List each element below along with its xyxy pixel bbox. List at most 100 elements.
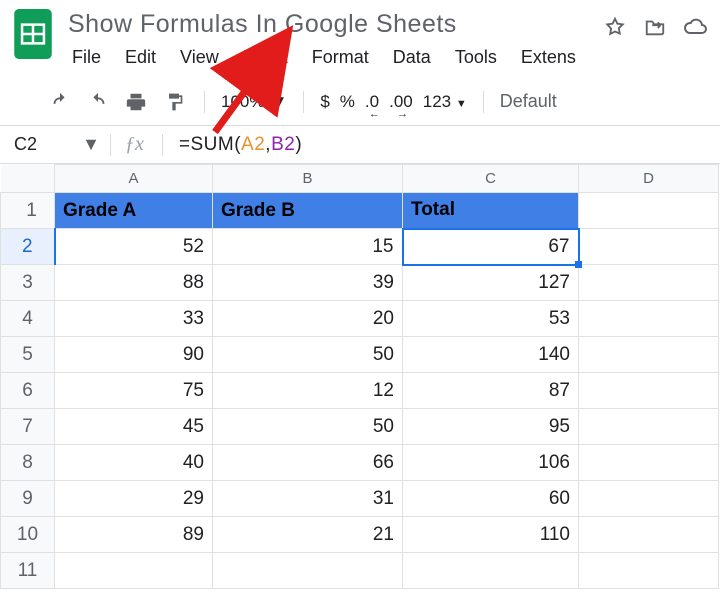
cell-A2[interactable]: 52 bbox=[55, 229, 213, 265]
cell-A7[interactable]: 45 bbox=[55, 409, 213, 445]
cell-C5[interactable]: 140 bbox=[403, 337, 579, 373]
formula-input[interactable]: =SUM(A2,B2) bbox=[163, 133, 302, 156]
cloud-icon[interactable] bbox=[682, 14, 708, 40]
menu-view[interactable]: View bbox=[170, 43, 229, 72]
cell-D3[interactable] bbox=[579, 265, 719, 301]
cell-B1[interactable]: Grade B bbox=[213, 193, 403, 229]
cell-D2[interactable] bbox=[579, 229, 719, 265]
print-button[interactable] bbox=[122, 88, 150, 116]
zoom-select[interactable]: 100%▼ bbox=[221, 92, 287, 112]
increase-decimal-button[interactable]: .00→ bbox=[389, 92, 413, 112]
cell-B11[interactable] bbox=[213, 553, 403, 589]
cell-C6[interactable]: 87 bbox=[403, 373, 579, 409]
select-all-corner[interactable] bbox=[1, 165, 55, 193]
col-header-A[interactable]: A bbox=[55, 165, 213, 193]
cell-A11[interactable] bbox=[55, 553, 213, 589]
cell-D8[interactable] bbox=[579, 445, 719, 481]
menu-extensions[interactable]: Extens bbox=[511, 43, 586, 72]
cell-C9[interactable]: 60 bbox=[403, 481, 579, 517]
title-actions bbox=[602, 6, 708, 40]
row-header-7[interactable]: 7 bbox=[1, 409, 55, 445]
cell-C7[interactable]: 95 bbox=[403, 409, 579, 445]
cell-A10[interactable]: 89 bbox=[55, 517, 213, 553]
star-icon[interactable] bbox=[602, 14, 628, 40]
cell-B5[interactable]: 50 bbox=[213, 337, 403, 373]
row-header-11[interactable]: 11 bbox=[1, 553, 55, 589]
cell-B10[interactable]: 21 bbox=[213, 517, 403, 553]
cell-B2[interactable]: 15 bbox=[213, 229, 403, 265]
row-header-5[interactable]: 5 bbox=[1, 337, 55, 373]
cell-D10[interactable] bbox=[579, 517, 719, 553]
row-header-6[interactable]: 6 bbox=[1, 373, 55, 409]
col-header-D[interactable]: D bbox=[579, 165, 719, 193]
title-column: Show Formulas In Google Sheets File Edit… bbox=[62, 6, 594, 78]
menu-file[interactable]: File bbox=[62, 43, 111, 72]
move-icon[interactable] bbox=[642, 14, 668, 40]
cell-C3[interactable]: 127 bbox=[403, 265, 579, 301]
cell-B4[interactable]: 20 bbox=[213, 301, 403, 337]
cell-A9[interactable]: 29 bbox=[55, 481, 213, 517]
document-title[interactable]: Show Formulas In Google Sheets bbox=[62, 6, 594, 41]
menu-tools[interactable]: Tools bbox=[445, 43, 507, 72]
row-header-4[interactable]: 4 bbox=[1, 301, 55, 337]
menu-insert[interactable]: Insert bbox=[233, 43, 298, 72]
format-percent-button[interactable]: % bbox=[340, 92, 355, 112]
cell-A3[interactable]: 88 bbox=[55, 265, 213, 301]
table-row: 7 45 50 95 bbox=[1, 409, 719, 445]
cell-D5[interactable] bbox=[579, 337, 719, 373]
cell-A6[interactable]: 75 bbox=[55, 373, 213, 409]
toolbar: 100%▼ $ % .0← .00→ 123 ▼ Default bbox=[0, 78, 720, 126]
more-formats-button[interactable]: 123 ▼ bbox=[423, 92, 467, 112]
cell-B7[interactable]: 50 bbox=[213, 409, 403, 445]
cell-D11[interactable] bbox=[579, 553, 719, 589]
col-header-B[interactable]: B bbox=[213, 165, 403, 193]
cell-B6[interactable]: 12 bbox=[213, 373, 403, 409]
table-row: 10 89 21 110 bbox=[1, 517, 719, 553]
cell-B3[interactable]: 39 bbox=[213, 265, 403, 301]
sheets-logo[interactable] bbox=[12, 6, 54, 62]
undo-button[interactable] bbox=[46, 88, 74, 116]
cell-D9[interactable] bbox=[579, 481, 719, 517]
cell-D4[interactable] bbox=[579, 301, 719, 337]
name-box[interactable]: C2 ▼ bbox=[0, 134, 110, 155]
paint-format-button[interactable] bbox=[160, 88, 188, 116]
cell-B8[interactable]: 66 bbox=[213, 445, 403, 481]
cell-D6[interactable] bbox=[579, 373, 719, 409]
format-currency-button[interactable]: $ bbox=[320, 92, 329, 112]
chevron-down-icon: ▼ bbox=[456, 98, 467, 110]
cell-C2[interactable]: 67 bbox=[403, 229, 579, 265]
redo-button[interactable] bbox=[84, 88, 112, 116]
cell-D1[interactable] bbox=[579, 193, 719, 229]
cell-C4[interactable]: 53 bbox=[403, 301, 579, 337]
cell-D7[interactable] bbox=[579, 409, 719, 445]
cell-A4[interactable]: 33 bbox=[55, 301, 213, 337]
cell-C10[interactable]: 110 bbox=[403, 517, 579, 553]
cell-A5[interactable]: 90 bbox=[55, 337, 213, 373]
row-header-2[interactable]: 2 bbox=[1, 229, 55, 265]
menu-data[interactable]: Data bbox=[383, 43, 441, 72]
col-header-C[interactable]: C bbox=[403, 165, 579, 193]
spreadsheet-grid[interactable]: A B C D 1 Grade A Grade B Total 2 52 1 5 … bbox=[0, 164, 719, 589]
active-cell-ref: C2 bbox=[14, 134, 37, 155]
table-row: 8 40 66 106 bbox=[1, 445, 719, 481]
decrease-decimal-button[interactable]: .0← bbox=[365, 92, 379, 112]
table-row: 1 Grade A Grade B Total bbox=[1, 193, 719, 229]
cell-A8[interactable]: 40 bbox=[55, 445, 213, 481]
table-row: 4 33 20 53 bbox=[1, 301, 719, 337]
row-header-1[interactable]: 1 bbox=[1, 193, 55, 229]
cell-C1[interactable]: Total bbox=[403, 193, 579, 229]
table-row: 5 90 50 140 bbox=[1, 337, 719, 373]
menu-format[interactable]: Format bbox=[302, 43, 379, 72]
cell-C11[interactable] bbox=[403, 553, 579, 589]
font-select[interactable]: Default bbox=[500, 91, 557, 112]
menu-edit[interactable]: Edit bbox=[115, 43, 166, 72]
cell-B9[interactable]: 31 bbox=[213, 481, 403, 517]
cell-A1[interactable]: Grade A bbox=[55, 193, 213, 229]
row-header-3[interactable]: 3 bbox=[1, 265, 55, 301]
row-header-9[interactable]: 9 bbox=[1, 481, 55, 517]
row-header-8[interactable]: 8 bbox=[1, 445, 55, 481]
separator bbox=[483, 91, 484, 113]
cell-C8[interactable]: 106 bbox=[403, 445, 579, 481]
formula-bar: C2 ▼ ƒx =SUM(A2,B2) bbox=[0, 126, 720, 164]
row-header-10[interactable]: 10 bbox=[1, 517, 55, 553]
